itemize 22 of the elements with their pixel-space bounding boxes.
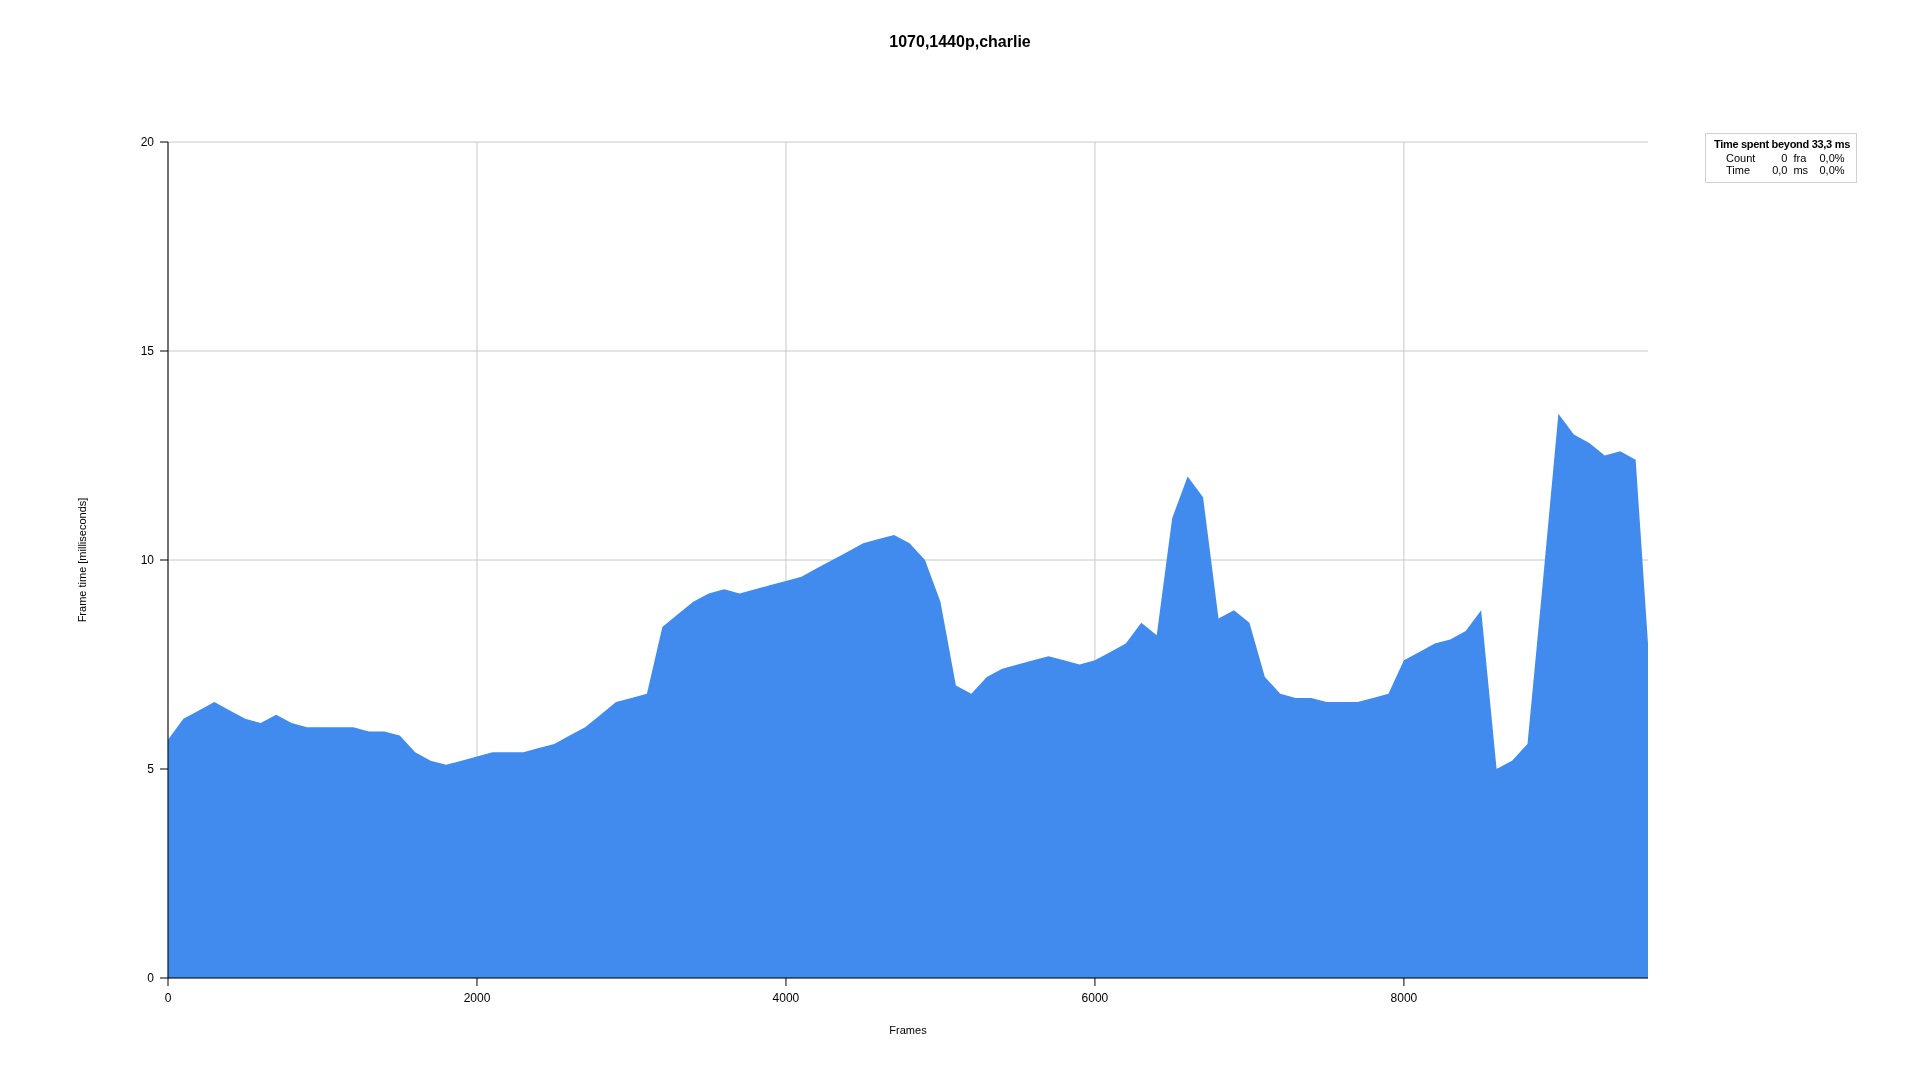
legend-title: Time spent beyond 33,3 ms [1714,138,1850,150]
x-tick-label: 0 [164,991,172,1005]
y-tick-label: 10 [140,553,154,567]
chart-title: 1070,1440p,charlie [888,32,1032,52]
x-tick-label: 2000 [463,991,491,1005]
y-tick-label: 0 [147,971,154,985]
x-tick-label: 6000 [1081,991,1109,1005]
legend-unit: fra [1793,152,1808,164]
x-tick-label: 8000 [1390,991,1418,1005]
legend-value: 0 [1780,152,1788,164]
y-axis-title: Frame time [milliseconds] [76,497,88,623]
legend-value: 0,0 [1771,164,1788,176]
y-tick-label: 15 [140,344,154,358]
legend-label: Time [1726,164,1752,176]
x-tick-label: 4000 [772,991,800,1005]
legend-percent: 0,0% [1819,164,1846,176]
y-tick-label: 5 [147,762,154,776]
y-tick-label: 20 [140,135,154,149]
legend-percent: 0,0% [1819,152,1846,164]
legend-label: Count [1726,152,1757,164]
x-axis-title: Frames [889,1024,927,1036]
legend-unit: ms [1793,164,1810,176]
